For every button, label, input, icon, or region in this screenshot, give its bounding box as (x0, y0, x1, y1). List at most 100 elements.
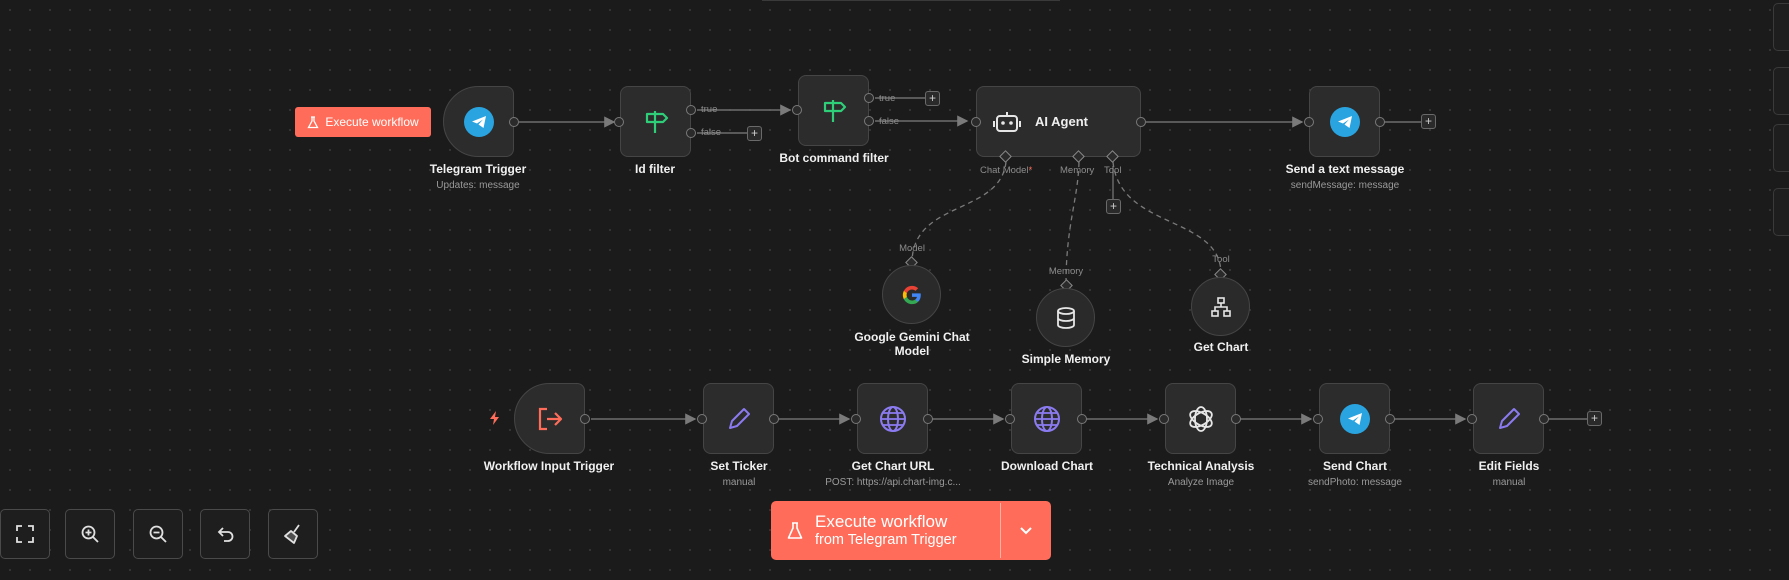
broom-icon (284, 524, 300, 544)
globe-icon (879, 405, 907, 433)
setticker-input-handle[interactable] (697, 414, 707, 424)
node-simple-memory[interactable] (1036, 288, 1095, 347)
idfilter-input-handle[interactable] (614, 117, 624, 127)
execute-workflow-button[interactable]: Execute workflow (295, 107, 431, 137)
undo-icon (217, 527, 234, 542)
botfilter-true-handle[interactable] (864, 93, 874, 103)
editfields-output-handle[interactable] (1539, 414, 1549, 424)
maximize-icon (16, 525, 34, 543)
chevron-down-icon (1020, 527, 1032, 535)
sign-in-icon (536, 406, 564, 432)
execute-workflow-main-label-area[interactable]: Execute workflow from Telegram Trigger (771, 501, 1000, 560)
agent-output-handle[interactable] (1136, 117, 1146, 127)
node-title: AI Agent (1035, 114, 1088, 129)
sitemap-icon (1210, 296, 1232, 318)
input-trigger-output-handle[interactable] (580, 414, 590, 424)
send-input-handle[interactable] (1304, 117, 1314, 127)
node-title: Id filter (634, 162, 676, 176)
node-title: Technical Analysis (1147, 459, 1255, 473)
pencil-icon (726, 406, 752, 432)
node-telegram-trigger[interactable] (443, 86, 514, 157)
node-title: Download Chart (1001, 459, 1093, 473)
node-subtitle: Updates: message (436, 180, 520, 191)
node-id-filter[interactable] (620, 86, 691, 157)
analysis-input-handle[interactable] (1159, 414, 1169, 424)
sendchart-input-handle[interactable] (1313, 414, 1323, 424)
geturl-output-handle[interactable] (923, 414, 933, 424)
node-title: Send Chart (1322, 459, 1388, 473)
flask-icon (787, 521, 803, 539)
agent-input-handle[interactable] (971, 117, 981, 127)
geturl-input-handle[interactable] (851, 414, 861, 424)
node-title: Telegram Trigger (429, 162, 527, 176)
flask-icon (307, 115, 319, 128)
node-title: Bot command filter (779, 151, 889, 165)
node-workflow-input-trigger[interactable] (514, 383, 585, 454)
node-set-ticker[interactable] (703, 383, 774, 454)
node-get-chart[interactable] (1191, 277, 1250, 336)
node-get-chart-url[interactable] (857, 383, 928, 454)
database-icon (1056, 306, 1076, 329)
model-input-label: Model (899, 243, 925, 254)
tidy-up-button[interactable] (268, 509, 318, 559)
execute-main-line2: from Telegram Trigger (815, 532, 957, 548)
node-title: Send a text message (1285, 162, 1405, 176)
add-node-button[interactable]: + (925, 91, 940, 106)
add-node-button[interactable]: + (747, 126, 762, 141)
signpost-icon (819, 98, 849, 124)
node-title: Simple Memory (1021, 352, 1111, 366)
node-edit-fields[interactable] (1473, 383, 1544, 454)
zoom-in-button[interactable] (65, 509, 115, 559)
fit-view-button[interactable] (0, 509, 50, 559)
undo-button[interactable] (200, 509, 250, 559)
node-download-chart[interactable] (1011, 383, 1082, 454)
telegram-icon (463, 106, 494, 137)
true-label: true (701, 104, 718, 115)
globe-icon (1033, 405, 1061, 433)
edge-chatmodel-gemini (911, 161, 1007, 263)
execute-main-line1: Execute workflow (815, 512, 948, 531)
setticker-output-handle[interactable] (769, 414, 779, 424)
memory-label: Memory (1060, 165, 1095, 176)
trigger-output-handle[interactable] (509, 117, 519, 127)
node-send-chart[interactable] (1319, 383, 1390, 454)
telegram-icon (1339, 403, 1370, 434)
node-title: Get Chart URL (851, 459, 935, 473)
node-bot-command-filter[interactable] (798, 75, 869, 146)
sendchart-output-handle[interactable] (1385, 414, 1395, 424)
chat-model-label: Chat Model* (980, 165, 1033, 176)
botfilter-input-handle[interactable] (792, 105, 802, 115)
node-subtitle: manual (722, 477, 756, 488)
node-title: Set Ticker (710, 459, 768, 473)
idfilter-false-handle[interactable] (686, 128, 696, 138)
add-node-button[interactable]: + (1587, 411, 1602, 426)
execute-dropdown-button[interactable] (1001, 501, 1051, 560)
telegram-icon (1329, 106, 1360, 137)
false-label: false (879, 116, 900, 127)
workflow-canvas[interactable]: Execute workflow Telegram Trigger Update… (0, 0, 1789, 580)
add-node-button[interactable]: + (1421, 114, 1436, 129)
idfilter-true-handle[interactable] (686, 105, 696, 115)
zoom-out-button[interactable] (133, 509, 183, 559)
node-ai-agent[interactable]: AI Agent (976, 86, 1141, 157)
node-technical-analysis[interactable] (1165, 383, 1236, 454)
analysis-output-handle[interactable] (1231, 414, 1241, 424)
download-input-handle[interactable] (1005, 414, 1015, 424)
pencil-icon (1496, 406, 1522, 432)
node-title: Workflow Input Trigger (483, 459, 615, 473)
node-google-gemini[interactable] (882, 265, 941, 324)
node-subtitle: manual (1492, 477, 1526, 488)
node-title: Edit Fields (1478, 459, 1540, 473)
edge-tool-getchart (1112, 161, 1222, 275)
node-subtitle: Analyze Image (1167, 477, 1235, 488)
execute-workflow-main-button[interactable]: Execute workflow from Telegram Trigger (771, 501, 1051, 560)
download-output-handle[interactable] (1077, 414, 1087, 424)
add-tool-button[interactable]: + (1106, 199, 1121, 214)
zoom-in-icon (81, 525, 99, 543)
botfilter-false-handle[interactable] (864, 116, 874, 126)
zoom-out-icon (149, 525, 167, 543)
node-send-text-message[interactable] (1309, 86, 1380, 157)
editfields-input-handle[interactable] (1467, 414, 1477, 424)
execute-workflow-label: Execute workflow (325, 115, 419, 129)
send-output-handle[interactable] (1375, 117, 1385, 127)
